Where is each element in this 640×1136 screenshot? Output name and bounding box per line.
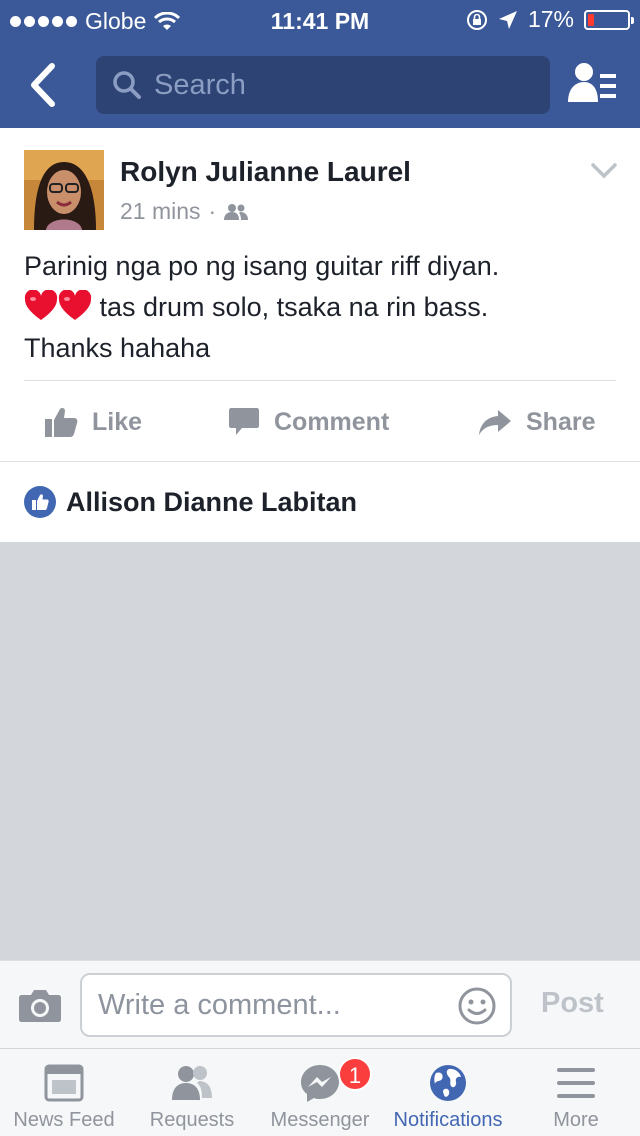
share-button[interactable]: Share <box>478 400 595 444</box>
sticker-button[interactable] <box>458 987 496 1025</box>
status-bar: Globe 11:41 PM 17% <box>0 0 640 40</box>
smiley-icon <box>458 987 496 1025</box>
post-text-line-3: Thanks hahaha <box>24 333 211 363</box>
like-label: Like <box>92 407 143 436</box>
tab-notifications[interactable]: Notifications <box>384 1049 512 1136</box>
search-placeholder: Search <box>154 68 246 101</box>
meta-separator: · <box>208 198 217 224</box>
share-icon <box>479 410 511 435</box>
battery-percent: 17% <box>527 6 574 32</box>
top-bar: Globe 11:41 PM 17% Search <box>0 0 640 128</box>
battery-icon <box>584 9 634 30</box>
messenger-icon <box>301 1065 339 1102</box>
tab-bar: News Feed Requests Messenger Notificatio… <box>0 1048 640 1136</box>
tab-label: News Feed <box>13 1109 115 1131</box>
chevron-down-icon <box>591 163 617 179</box>
post-text-line-1: Parinig nga po ng isang guitar riff diya… <box>24 251 500 281</box>
post-card: Rolyn Julianne Laurel 21 mins · Parinig … <box>0 128 640 462</box>
comment-placeholder: Write a comment... <box>98 989 341 1021</box>
camera-button[interactable] <box>18 987 62 1023</box>
requests-icon <box>172 1066 212 1100</box>
tab-news-feed[interactable]: News Feed <box>0 1049 128 1136</box>
post-author[interactable]: Rolyn Julianne Laurel <box>120 156 411 188</box>
news-feed-icon <box>44 1064 84 1102</box>
post-options-button[interactable] <box>590 162 618 180</box>
search-icon <box>113 71 141 99</box>
post-text-line-2: tas drum solo, tsaka na rin bass. <box>99 292 489 322</box>
friends-list-icon <box>568 63 616 102</box>
comment-button[interactable]: Comment <box>228 400 389 444</box>
thumbs-up-icon <box>45 407 78 437</box>
tab-more[interactable]: More <box>512 1049 640 1136</box>
comment-label: Comment <box>274 407 390 436</box>
heart-emoji-icon <box>58 290 92 320</box>
comment-icon <box>229 408 259 435</box>
comment-composer: Write a comment... Post <box>0 960 640 1048</box>
post-meta: 21 mins · <box>120 198 249 225</box>
globe-icon <box>430 1065 466 1101</box>
post-comment-button[interactable]: Post <box>541 987 604 1020</box>
friends-list-button[interactable] <box>566 60 620 108</box>
heart-emoji-icon <box>24 290 58 320</box>
share-label: Share <box>526 407 596 436</box>
tab-requests[interactable]: Requests <box>128 1049 256 1136</box>
liker-name[interactable]: Allison Dianne Labitan <box>66 487 357 518</box>
post-text: Parinig nga po ng isang guitar riff diya… <box>24 246 624 369</box>
menu-icon <box>557 1068 595 1098</box>
status-right: 17% <box>466 6 634 33</box>
post-text-line-2-wrap: tas drum solo, tsaka na rin bass. <box>24 287 624 328</box>
rotation-lock-icon <box>466 9 487 30</box>
friends-icon <box>224 203 249 220</box>
tab-label: Requests <box>149 1109 235 1131</box>
messenger-badge: 1 <box>338 1057 372 1091</box>
thumbs-up-icon <box>32 494 49 510</box>
like-badge-icon <box>24 486 56 518</box>
post-time[interactable]: 21 mins <box>120 198 201 225</box>
camera-icon <box>19 990 61 1022</box>
tab-label: Messenger <box>270 1109 370 1131</box>
tab-label: More <box>553 1109 599 1131</box>
likes-summary[interactable]: Allison Dianne Labitan <box>0 462 640 542</box>
search-input[interactable]: Search <box>96 56 550 114</box>
post-divider <box>24 380 616 381</box>
back-button[interactable] <box>24 60 64 110</box>
tab-label: Notifications <box>393 1109 503 1131</box>
like-button[interactable]: Like <box>44 400 142 444</box>
comment-input[interactable]: Write a comment... <box>80 973 512 1037</box>
chevron-left-icon <box>31 63 55 107</box>
location-icon <box>498 10 517 29</box>
avatar-photo <box>24 150 104 230</box>
author-avatar[interactable] <box>24 150 104 230</box>
